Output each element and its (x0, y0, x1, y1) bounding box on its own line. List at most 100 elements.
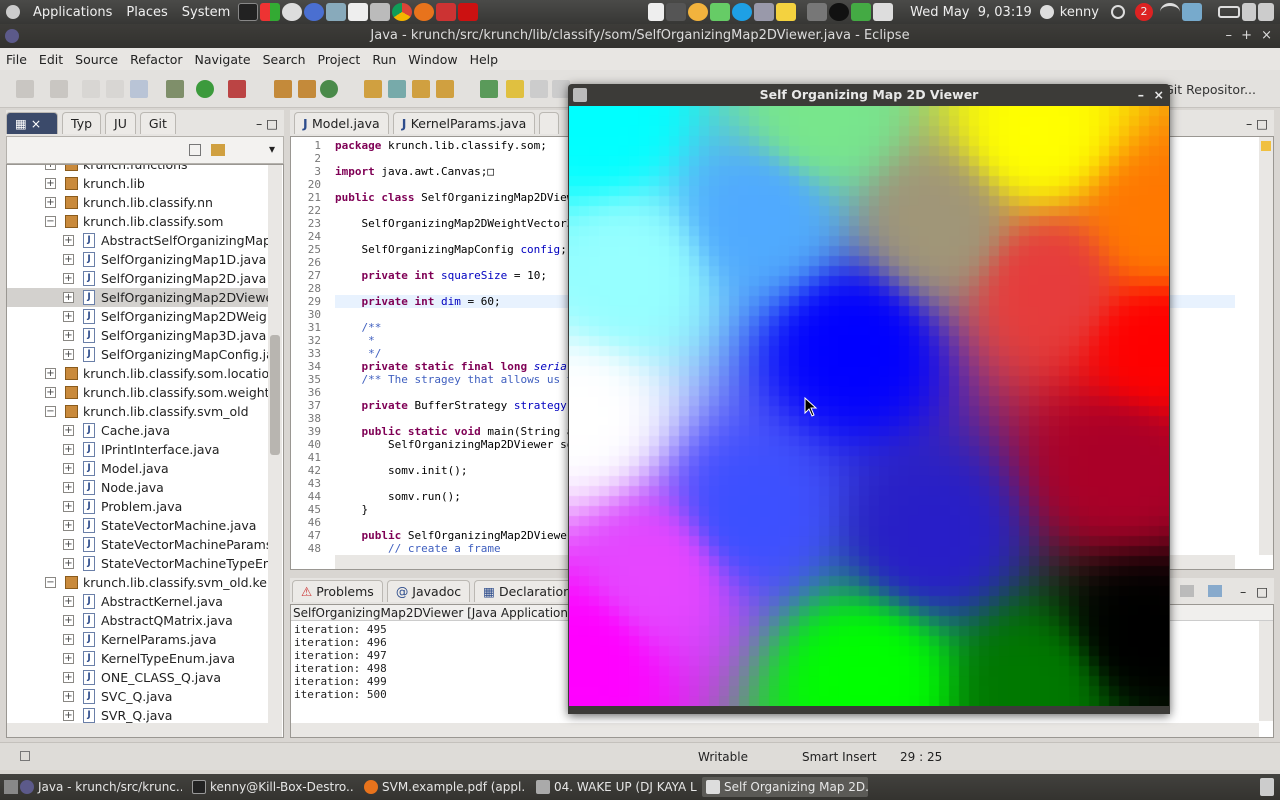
tree-file-row[interactable]: + J KernelParams.java (7, 630, 269, 649)
minimize-view-icon[interactable]: – (256, 116, 262, 131)
menu-search[interactable]: Search (257, 52, 312, 67)
expand-icon[interactable]: + (45, 178, 56, 189)
notes-applet-icon[interactable] (776, 3, 797, 21)
close-icon[interactable]: × (31, 116, 41, 131)
expand-icon[interactable]: + (63, 596, 74, 607)
expand-icon[interactable]: + (63, 254, 74, 265)
code-line[interactable]: */ (335, 347, 381, 360)
expand-icon[interactable]: + (63, 634, 74, 645)
code-line[interactable]: /** (335, 321, 382, 334)
filezilla-launcher-icon[interactable] (458, 3, 479, 21)
user-name[interactable]: kenny (1060, 5, 1099, 20)
tab-git[interactable]: Git (139, 112, 176, 134)
expand-icon[interactable]: + (63, 501, 74, 512)
console-display-icon[interactable] (1179, 585, 1194, 597)
maximize-console-icon[interactable]: □ (1256, 584, 1268, 599)
menu-help[interactable]: Help (464, 52, 505, 67)
tree-file-row[interactable]: + J IPrintInterface.java (7, 440, 269, 459)
task-eclipse[interactable]: Java - krunch/src/krunc... (16, 777, 182, 797)
tree-file-row[interactable]: + J Cache.java (7, 421, 269, 440)
external-tools-icon[interactable] (228, 80, 246, 98)
expand-icon[interactable]: + (63, 558, 74, 569)
expand-icon[interactable]: + (63, 425, 74, 436)
contacts-applet-icon[interactable] (754, 3, 775, 21)
code-line[interactable]: import java.awt.Canvas;□ (335, 165, 494, 178)
film-applet-icon[interactable] (666, 3, 687, 21)
code-line[interactable]: /** The stragey that allows us to u (335, 373, 594, 386)
notification-badge[interactable]: 2 (1135, 3, 1153, 21)
menu-run[interactable]: Run (366, 52, 402, 67)
users-applet-icon[interactable] (710, 3, 731, 21)
archive-launcher-icon[interactable] (436, 3, 457, 21)
tab-problems[interactable]: ⚠ Problems (292, 580, 383, 602)
app-grid-launcher-icon[interactable] (260, 3, 281, 21)
user-status-icon[interactable] (1039, 5, 1054, 19)
gnome-foot-icon[interactable] (6, 5, 20, 19)
tab-package-explorer[interactable]: ▦ × (6, 112, 58, 134)
tree-scroll-thumb[interactable] (270, 335, 280, 455)
tab-kernelparams-java[interactable]: J KernelParams.java (392, 112, 536, 134)
terminal-launcher-icon[interactable] (238, 3, 259, 21)
expand-icon[interactable]: + (63, 463, 74, 474)
maximize-view-icon[interactable]: □ (266, 116, 278, 131)
skype-applet-icon[interactable] (732, 3, 753, 21)
tree-file-row[interactable]: + J SelfOrganizingMapConfig.java (7, 345, 269, 364)
code-line[interactable]: private int squareSize = 10; (335, 269, 547, 282)
tree-package-row[interactable]: − krunch.lib.classify.svm_old.kernel (7, 573, 269, 592)
code-line[interactable]: public SelfOrganizingMap2DViewer() (335, 529, 587, 542)
qq-applet-icon[interactable] (829, 3, 850, 21)
som-viewer-window[interactable]: Self Organizing Map 2D Viewer – × (568, 84, 1170, 714)
maximize-editor-icon[interactable]: □ (1256, 116, 1268, 131)
tree-package-row[interactable]: + krunch.lib.classify.som.weightvector (7, 383, 269, 402)
close-icon[interactable]: × (1261, 24, 1272, 48)
tree-package-row[interactable]: + krunch.lib.classify.som.location (7, 364, 269, 383)
save-icon[interactable] (82, 80, 100, 98)
minimize-editor-icon[interactable]: – (1246, 116, 1252, 131)
trash-icon[interactable] (1260, 778, 1274, 796)
menu-source[interactable]: Source (69, 52, 124, 67)
code-line[interactable]: } (335, 503, 368, 516)
maximize-icon[interactable]: + (1241, 24, 1252, 48)
highlighter-icon[interactable] (506, 80, 524, 98)
som-color-map[interactable] (569, 106, 1169, 706)
expand-icon[interactable]: + (63, 520, 74, 531)
tab-more-editors[interactable] (539, 112, 560, 134)
menu-project[interactable]: Project (312, 52, 367, 67)
calculator-launcher-icon[interactable] (370, 3, 391, 21)
tree-file-row[interactable]: + J SelfOrganizingMap1D.java (7, 250, 269, 269)
expand-icon[interactable]: + (63, 615, 74, 626)
tree-package-row[interactable]: − krunch.lib.classify.svm_old (7, 402, 269, 421)
expand-icon[interactable]: + (63, 330, 74, 341)
code-line[interactable]: somv.run(); (335, 490, 461, 503)
collapse-all-icon[interactable] (189, 144, 201, 156)
tree-package-row[interactable]: + krunch.lib (7, 174, 269, 193)
save-all-icon[interactable] (106, 80, 124, 98)
tree-file-row[interactable]: + J SelfOrganizingMap3D.java (7, 326, 269, 345)
new-package-icon[interactable] (298, 80, 316, 98)
tree-package-row[interactable]: + krunch.functions (7, 165, 269, 174)
collapse-icon[interactable]: − (45, 406, 56, 417)
warning-marker-icon[interactable] (1261, 141, 1271, 151)
tree-file-row[interactable]: + J StateVectorMachineParams.java (7, 535, 269, 554)
console-hscrollbar[interactable] (291, 723, 1259, 737)
menu-edit[interactable]: Edit (33, 52, 69, 67)
tab-declaration[interactable]: ▦ Declaration (474, 580, 581, 602)
expand-icon[interactable]: + (63, 444, 74, 455)
task-som-viewer[interactable]: Self Organizing Map 2D... (702, 777, 868, 797)
print-icon[interactable] (130, 80, 148, 98)
code-line[interactable]: public static void main(String argv (335, 425, 594, 438)
tree-package-row[interactable]: − krunch.lib.classify.som (7, 212, 269, 231)
git-repositories-perspective[interactable]: Git Repositor... (1164, 82, 1256, 97)
tree-file-row[interactable]: + J StateVectorMachine.java (7, 516, 269, 535)
tree-hscrollbar[interactable] (7, 723, 269, 737)
code-line[interactable]: SelfOrganizingMapConfig config; (335, 243, 566, 256)
collapse-icon[interactable]: − (45, 577, 56, 588)
dropbox-icon[interactable] (1182, 3, 1202, 21)
close-icon[interactable]: × (1154, 84, 1164, 106)
tree-file-row[interactable]: + J SelfOrganizingMap2DViewer.java (7, 288, 269, 307)
menu-refactor[interactable]: Refactor (124, 52, 188, 67)
task-music-player[interactable]: 04. WAKE UP (DJ KAYA L... (532, 777, 698, 797)
back-icon[interactable] (530, 80, 548, 98)
weather-applet-icon[interactable] (688, 3, 709, 21)
expand-icon[interactable]: + (63, 235, 74, 246)
